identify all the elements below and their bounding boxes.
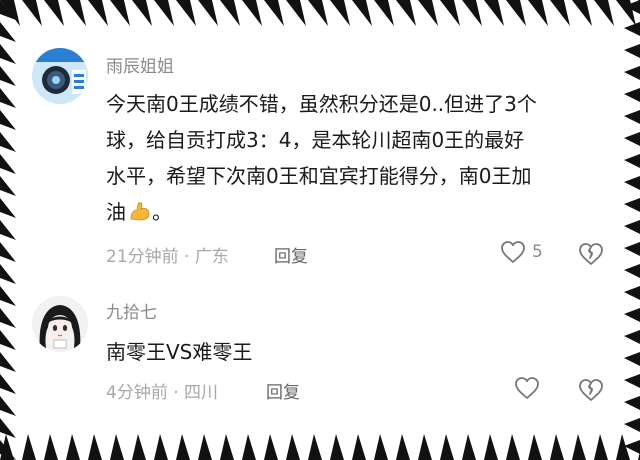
reply-button[interactable]: 回复 (266, 378, 300, 403)
username[interactable]: 九拾七 (106, 298, 157, 323)
heart-icon (501, 241, 525, 264)
like-button[interactable] (514, 376, 546, 400)
webcam-ad-avatar-icon (32, 48, 88, 104)
flexed-biceps-icon (130, 202, 150, 221)
like-button[interactable]: 5 (500, 240, 543, 264)
like-count: 5 (532, 242, 543, 262)
comment-line: 油 (106, 200, 126, 224)
heart-icon (515, 377, 539, 400)
comment-line: 今天南0王成绩不错，虽然积分还是0..但进了3个 (106, 92, 537, 116)
reply-button[interactable]: 回复 (274, 242, 308, 267)
broken-heart-icon (579, 243, 603, 265)
comment-card: 雨辰姐姐 今天南0王成绩不错，虽然积分还是0..但进了3个 球，给自贡打成3：4… (18, 28, 622, 432)
comment-meta: 21分钟前 · 广东 (106, 247, 229, 267)
comment-meta: 4分钟前 · 四川 (106, 383, 219, 403)
comment-1: 雨辰姐姐 今天南0王成绩不错，虽然积分还是0..但进了3个 球，给自贡打成3：4… (18, 28, 622, 290)
anime-girl-avatar-icon (32, 296, 88, 352)
comment-line: 南零王VS难零王 (106, 340, 253, 364)
dislike-button[interactable] (578, 242, 604, 270)
user-avatar[interactable] (32, 296, 88, 352)
dislike-button[interactable] (578, 378, 604, 406)
broken-heart-icon (579, 379, 603, 401)
comment-line-last: 油。 (106, 194, 606, 230)
user-avatar[interactable] (32, 48, 88, 104)
comment-2: 九拾七 南零王VS难零王 4分钟前 · 四川 回复 (18, 290, 622, 432)
trailing-punctuation: 。 (152, 200, 172, 224)
username[interactable]: 雨辰姐姐 (106, 52, 174, 77)
comment-text: 南零王VS难零王 (106, 334, 606, 370)
comment-line: 水平，希望下次南0王和宜宾打能得分，南0王加 (106, 164, 532, 188)
comment-text: 今天南0王成绩不错，虽然积分还是0..但进了3个 球，给自贡打成3：4，是本轮川… (106, 86, 606, 230)
comment-line: 球，给自贡打成3：4，是本轮川超南0王的最好 (106, 128, 525, 152)
